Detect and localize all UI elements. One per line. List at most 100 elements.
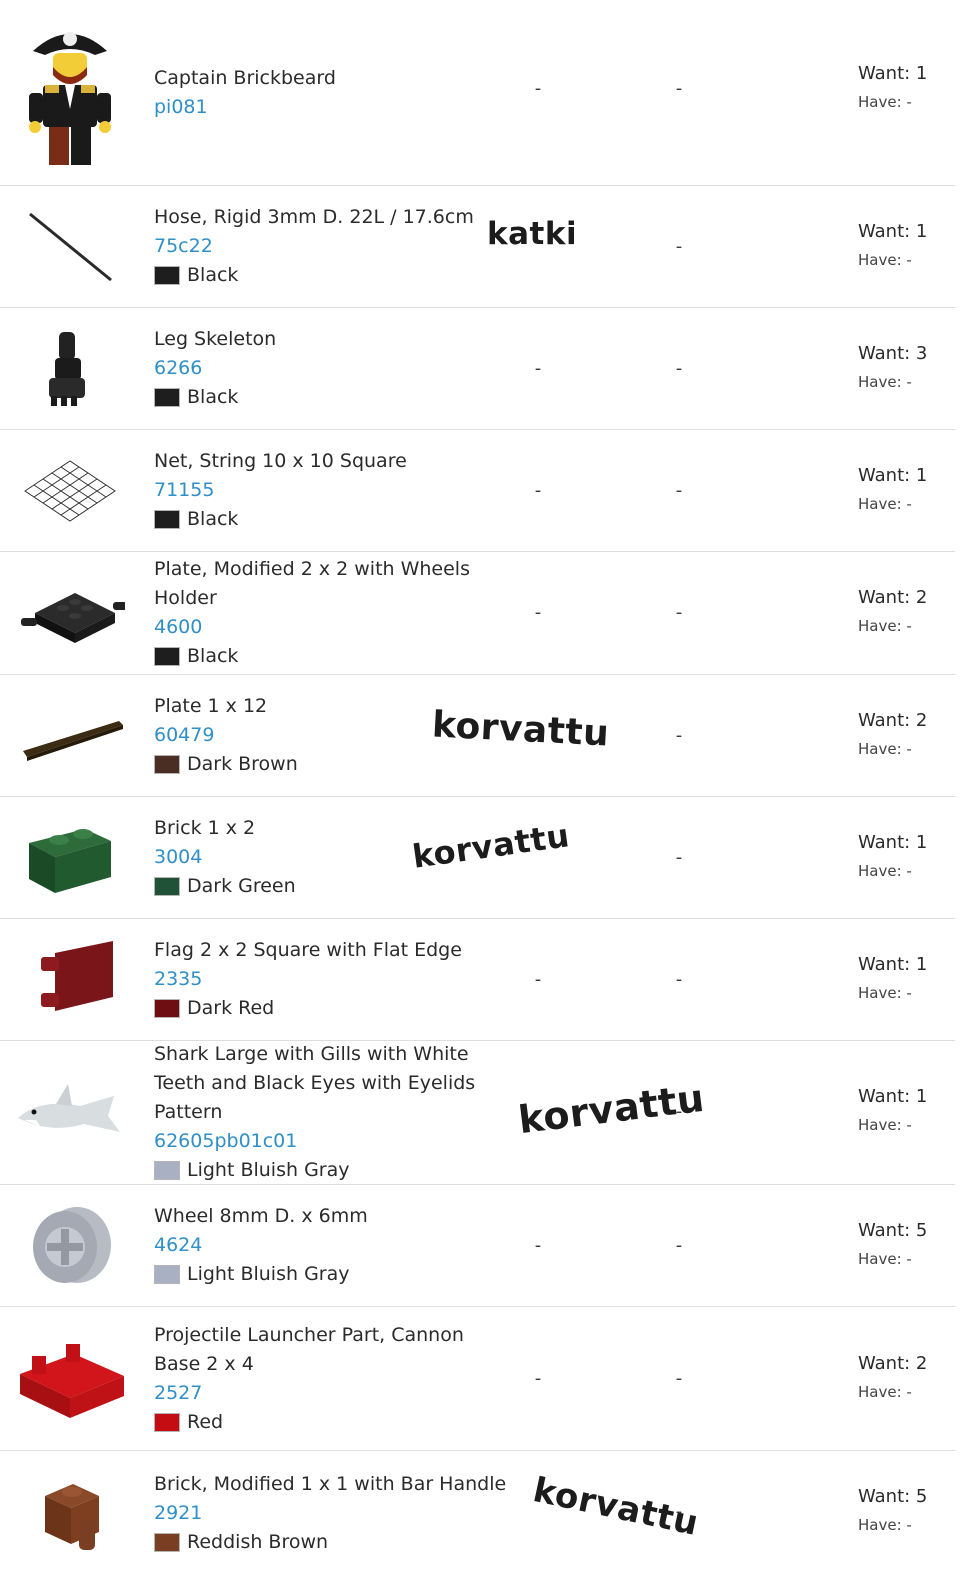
list-item: Leg Skeleton 6266 Black - - Want: 3 Have… — [0, 308, 955, 430]
dash-cell: - — [534, 1368, 542, 1389]
part-number-link[interactable]: 62605pb01c01 — [154, 1127, 514, 1156]
part-number-link[interactable]: 2921 — [154, 1499, 514, 1528]
want-qty: Want: 1 — [858, 954, 928, 975]
list-item: Shark Large with Gills with White Teeth … — [0, 1041, 955, 1185]
part-number-link[interactable]: 2335 — [154, 965, 514, 994]
color-swatch — [154, 266, 180, 285]
net-icon — [0, 430, 140, 551]
color-swatch — [154, 1265, 180, 1284]
color-name: Dark Red — [187, 997, 275, 1019]
brick-1x2-icon — [0, 797, 140, 918]
dash-cell: - — [675, 725, 683, 746]
want-qty: Want: 1 — [858, 1086, 928, 1107]
dash-cell: - — [675, 847, 683, 868]
want-qty: Want: 5 — [858, 1220, 928, 1241]
list-item: Plate, Modified 2 x 2 with Wheels Holder… — [0, 552, 955, 675]
color-name: Black — [187, 264, 239, 286]
part-number-link[interactable]: pi081 — [154, 93, 514, 122]
dash-cell: - — [534, 78, 542, 99]
want-qty: Want: 1 — [858, 465, 928, 486]
dash-cell: - — [675, 236, 683, 257]
color-name: Reddish Brown — [187, 1530, 329, 1553]
item-name: Captain Brickbeard — [154, 66, 336, 89]
have-qty: Have: - — [858, 617, 912, 635]
want-qty: Want: 5 — [858, 1486, 928, 1507]
color-name: Black — [187, 386, 239, 408]
parts-list: Captain Brickbeard pi081 - - Want: 1 Hav… — [0, 0, 960, 1575]
color-swatch — [154, 1412, 180, 1432]
have-qty: Have: - — [858, 93, 912, 111]
dash-cell: - — [675, 1501, 683, 1522]
color-swatch — [154, 877, 180, 896]
dash-cell: - — [675, 969, 683, 990]
dash-cell: - — [675, 602, 683, 623]
color-name: Light Bluish Gray — [187, 1263, 350, 1285]
list-item: Projectile Launcher Part, Cannon Base 2 … — [0, 1307, 955, 1451]
item-name: Projectile Launcher Part, Cannon Base 2 … — [154, 1323, 464, 1375]
part-number-link[interactable]: 4600 — [154, 613, 514, 642]
list-item: Captain Brickbeard pi081 - - Want: 1 Hav… — [0, 0, 955, 186]
list-item: Hose, Rigid 3mm D. 22L / 17.6cm 75c22 Bl… — [0, 186, 955, 308]
dash-cell: - — [675, 78, 683, 99]
color-swatch — [154, 755, 180, 774]
have-qty: Have: - — [858, 373, 912, 391]
list-item: Flag 2 x 2 Square with Flat Edge 2335 Da… — [0, 919, 955, 1041]
cannon-base-icon — [0, 1307, 140, 1450]
color-name: Light Bluish Gray — [187, 1159, 350, 1181]
wheel-icon — [0, 1185, 140, 1306]
plate-1x12-icon — [0, 675, 140, 796]
have-qty: Have: - — [858, 1116, 912, 1134]
part-number-link[interactable]: 4624 — [154, 1231, 514, 1260]
leg-skeleton-icon — [0, 308, 140, 429]
dash-cell: - — [675, 1235, 683, 1256]
handwritten-note: katki — [487, 216, 578, 252]
flag-icon — [0, 919, 140, 1040]
hose-icon — [0, 186, 140, 307]
item-name: Brick, Modified 1 x 1 with Bar Handle — [154, 1472, 507, 1495]
list-item: Net, String 10 x 10 Square 71155 Black -… — [0, 430, 955, 552]
part-number-link[interactable]: 71155 — [154, 476, 514, 505]
have-qty: Have: - — [858, 1383, 912, 1401]
color-swatch — [154, 647, 180, 666]
item-name: Leg Skeleton — [154, 328, 277, 350]
want-qty: Want: 3 — [858, 343, 928, 364]
have-qty: Have: - — [858, 740, 912, 758]
color-name: Red — [187, 1410, 224, 1433]
dash-cell: - — [534, 969, 542, 990]
item-name: Hose, Rigid 3mm D. 22L / 17.6cm — [154, 206, 474, 228]
part-number-link[interactable]: 75c22 — [154, 232, 514, 261]
list-item: Plate 1 x 12 60479 Dark Brown korvattu -… — [0, 675, 955, 797]
color-swatch — [154, 1161, 180, 1180]
item-name: Flag 2 x 2 Square with Flat Edge — [154, 939, 462, 961]
shark-icon — [0, 1041, 140, 1184]
list-item: Wheel 8mm D. x 6mm 4624 Light Bluish Gra… — [0, 1185, 955, 1307]
color-swatch — [154, 510, 180, 529]
dash-cell: - — [675, 358, 683, 379]
item-name: Net, String 10 x 10 Square — [154, 450, 407, 472]
color-swatch — [154, 388, 180, 407]
color-name: Black — [187, 645, 239, 667]
have-qty: Have: - — [858, 251, 912, 269]
have-qty: Have: - — [858, 495, 912, 513]
list-item: Brick 1 x 2 3004 Dark Green korvattu - W… — [0, 797, 955, 919]
item-name: Plate, Modified 2 x 2 with Wheels Holder — [154, 558, 470, 609]
part-number-link[interactable]: 6266 — [154, 354, 514, 383]
dash-cell: - — [534, 602, 542, 623]
color-name: Dark Green — [187, 875, 296, 897]
part-number-link[interactable]: 2527 — [154, 1379, 514, 1408]
wheel-holder-plate-icon — [0, 552, 140, 674]
dash-cell: - — [534, 1235, 542, 1256]
want-qty: Want: 1 — [858, 832, 928, 853]
dash-cell: - — [534, 358, 542, 379]
dash-cell: - — [675, 480, 683, 501]
have-qty: Have: - — [858, 1250, 912, 1268]
list-item: Brick, Modified 1 x 1 with Bar Handle 29… — [0, 1451, 955, 1575]
dash-cell: - — [675, 1368, 683, 1389]
minifig-pirate-icon — [0, 0, 140, 185]
color-name: Dark Brown — [187, 753, 298, 775]
item-name: Shark Large with Gills with White Teeth … — [154, 1043, 476, 1123]
want-qty: Want: 2 — [858, 587, 928, 608]
color-swatch — [154, 999, 180, 1018]
brick-bar-handle-icon — [0, 1451, 140, 1575]
want-qty: Want: 1 — [858, 221, 928, 242]
